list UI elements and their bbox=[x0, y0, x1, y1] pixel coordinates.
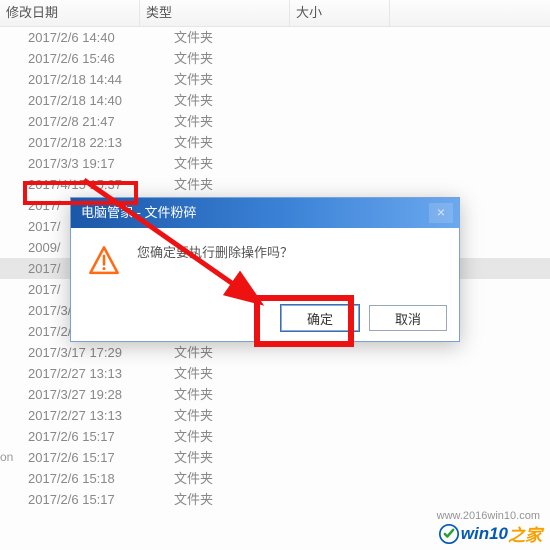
cancel-button[interactable]: 取消 bbox=[369, 305, 447, 331]
table-row[interactable]: 2017/2/6 14:40文件夹 bbox=[0, 27, 550, 48]
cell-type: 文件夹 bbox=[168, 27, 324, 48]
cell-date: 2017/2/6 15:46 bbox=[0, 48, 168, 69]
cell-date: 2017/2/6 14:40 bbox=[0, 27, 168, 48]
cell-date: 2017/2/27 13:13 bbox=[0, 405, 168, 426]
table-row[interactable]: 2017/2/6 15:17文件夹 bbox=[0, 489, 550, 510]
cell-date: 2017/3/27 19:28 bbox=[0, 384, 168, 405]
truncated-filename-suffix: on bbox=[0, 450, 13, 464]
cell-date: 2017/2/6 15:17 bbox=[0, 447, 168, 468]
cell-date: 2017/2/6 15:18 bbox=[0, 468, 168, 489]
cell-date: 2017/2/18 22:13 bbox=[0, 132, 168, 153]
warning-icon bbox=[87, 244, 121, 278]
cell-type: 文件夹 bbox=[168, 447, 324, 468]
cell-type: 文件夹 bbox=[168, 468, 324, 489]
dialog-message: 您确定要执行删除操作吗？ bbox=[121, 242, 293, 261]
cell-type: 文件夹 bbox=[168, 174, 324, 195]
annotation-box-date bbox=[23, 181, 138, 205]
cell-date: 2017/3/17 17:29 bbox=[0, 342, 168, 363]
close-icon: × bbox=[437, 204, 445, 220]
watermark-text-2: 之家 bbox=[508, 521, 542, 546]
dialog-title: 电脑管家 - 文件粉碎 bbox=[81, 205, 197, 220]
cell-type: 文件夹 bbox=[168, 111, 324, 132]
cell-type: 文件夹 bbox=[168, 384, 324, 405]
table-row[interactable]: 2017/2/6 15:46文件夹 bbox=[0, 48, 550, 69]
cell-type: 文件夹 bbox=[168, 69, 324, 90]
table-row[interactable]: 2017/3/3 19:17文件夹 bbox=[0, 153, 550, 174]
cell-date: 2017/2/18 14:40 bbox=[0, 90, 168, 111]
table-row[interactable]: 2017/2/6 15:18文件夹 bbox=[0, 468, 550, 489]
watermark-badge-icon bbox=[439, 524, 459, 544]
cell-type: 文件夹 bbox=[168, 48, 324, 69]
table-row[interactable]: 2017/2/6 15:17文件夹 bbox=[0, 447, 550, 468]
cell-type: 文件夹 bbox=[168, 363, 324, 384]
header-type[interactable]: 类型 bbox=[140, 0, 290, 26]
annotation-box-ok bbox=[254, 295, 354, 347]
cell-date: 2017/3/3 19:17 bbox=[0, 153, 168, 174]
table-row[interactable]: 2017/3/27 19:28文件夹 bbox=[0, 384, 550, 405]
cell-type: 文件夹 bbox=[168, 90, 324, 111]
cell-date: 2017/2/8 21:47 bbox=[0, 111, 168, 132]
header-size[interactable]: 大小 bbox=[290, 0, 390, 26]
table-row[interactable]: 2017/2/6 15:17文件夹 bbox=[0, 426, 550, 447]
header-date[interactable]: 修改日期 bbox=[0, 0, 140, 26]
cell-date: 2017/2/27 13:13 bbox=[0, 363, 168, 384]
table-row[interactable]: 2017/2/18 22:13文件夹 bbox=[0, 132, 550, 153]
cell-type: 文件夹 bbox=[168, 132, 324, 153]
watermark-text-1: win10 bbox=[461, 524, 508, 544]
table-row[interactable]: 2017/2/27 13:13文件夹 bbox=[0, 363, 550, 384]
table-row[interactable]: 2017/2/8 21:47文件夹 bbox=[0, 111, 550, 132]
cell-date: 2017/2/6 15:17 bbox=[0, 426, 168, 447]
watermark-logo: win10 之家 bbox=[439, 521, 542, 546]
cell-type: 文件夹 bbox=[168, 405, 324, 426]
table-row[interactable]: 2017/2/27 13:13文件夹 bbox=[0, 405, 550, 426]
cell-type: 文件夹 bbox=[168, 489, 324, 510]
cell-date: 2017/2/6 15:17 bbox=[0, 489, 168, 510]
column-headers[interactable]: 修改日期 类型 大小 bbox=[0, 0, 550, 27]
cell-type: 文件夹 bbox=[168, 426, 324, 447]
table-row[interactable]: 2017/2/18 14:44文件夹 bbox=[0, 69, 550, 90]
cell-date: 2017/2/18 14:44 bbox=[0, 69, 168, 90]
cell-type: 文件夹 bbox=[168, 153, 324, 174]
table-row[interactable]: 2017/2/18 14:40文件夹 bbox=[0, 90, 550, 111]
close-button[interactable]: × bbox=[429, 203, 453, 223]
